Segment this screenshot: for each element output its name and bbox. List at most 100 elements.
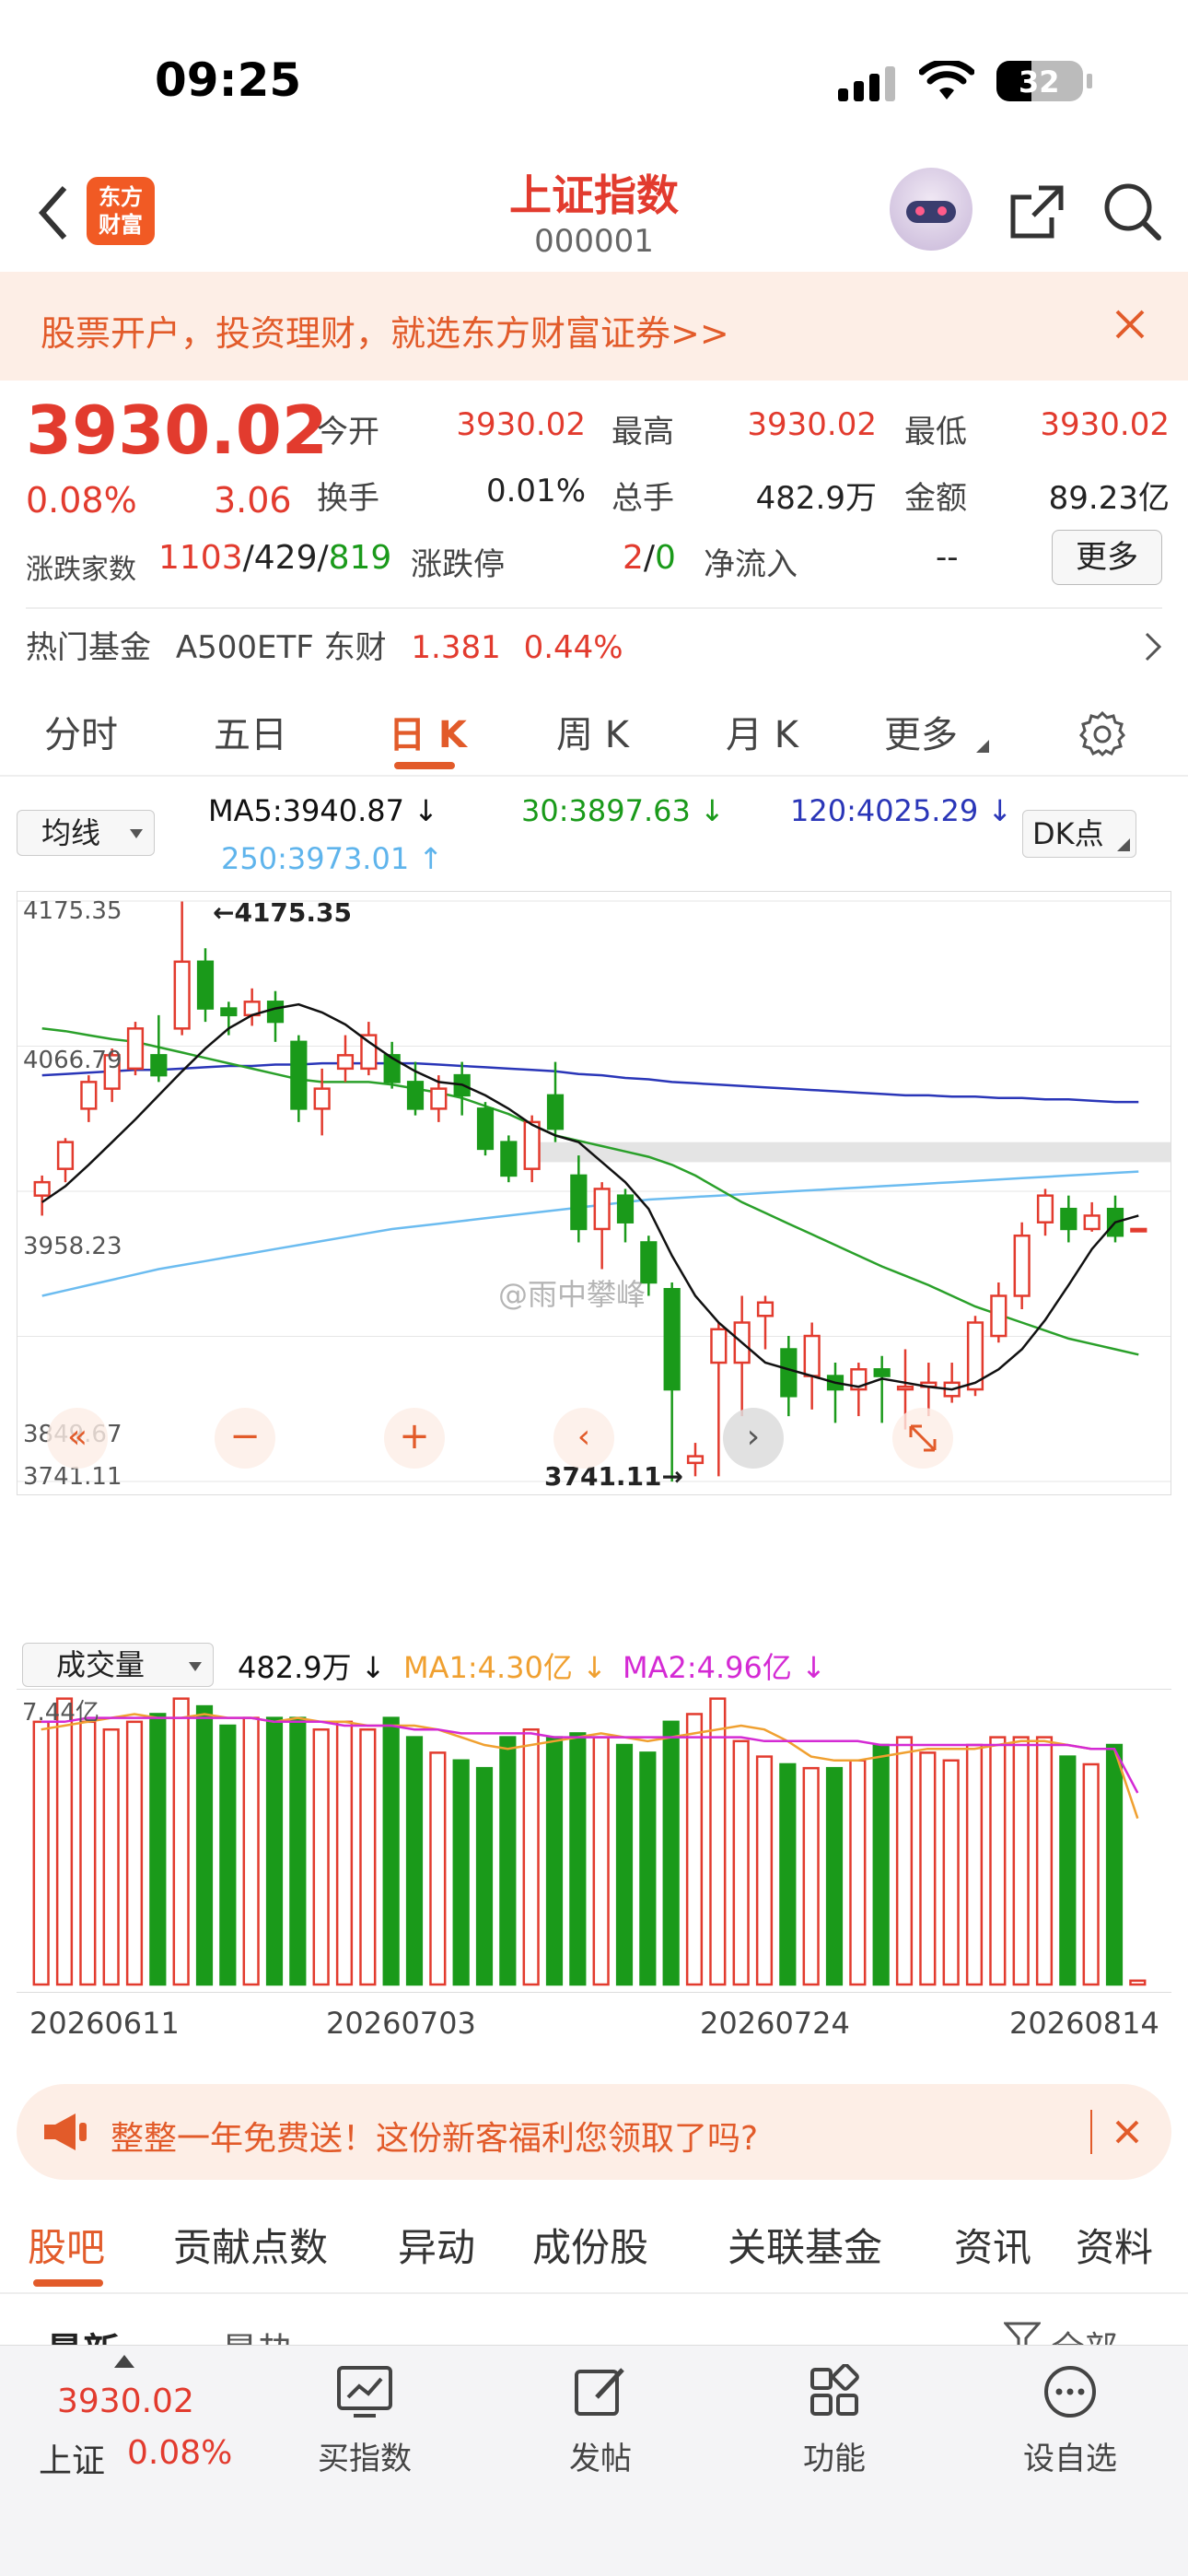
edit-icon [575,2368,624,2416]
breadth-values: 1103/429/819 [158,539,392,577]
x-label-2: 20260724 [700,2006,850,2041]
volume-bar [172,1697,190,1986]
volume-bar [849,1759,867,1986]
tab-weekly-k[interactable]: 周 K [556,705,629,758]
watermark: @雨中攀峰 [498,1277,646,1312]
sub-tab-hot[interactable]: 最热 [221,2322,295,2345]
volume-bar [685,1713,704,1986]
functions-button[interactable]: 功能 [761,2363,908,2478]
volume-bar [1035,1736,1054,1986]
more-button[interactable]: 更多 [1052,530,1162,585]
breadth-label: 涨跌家数 [26,554,136,586]
candle-body [1130,1227,1147,1233]
ad-text[interactable]: 整整一年免费送！这份新客福利您领取了吗? [111,2112,758,2160]
tab-daily-k[interactable]: 日 K [389,705,467,758]
inflow-value: -- [936,539,959,576]
filter-all[interactable]: 全部 [1004,2322,1117,2345]
current-price: 3930.02 [26,392,328,469]
close-icon[interactable] [1114,2119,1140,2145]
candle-body [406,1081,425,1110]
candle-body [430,1087,448,1110]
tab-more[interactable]: 更多 [884,705,958,758]
ma30-label: 30:3897.63 ↓ [521,793,725,828]
post-button[interactable]: 发帖 [527,2364,674,2478]
candle-body [686,1455,705,1465]
candle-body [56,1141,75,1170]
tab-guba[interactable]: 股吧 [28,2217,105,2273]
open-label: 今开 [317,414,379,451]
volume-panel: 7.44亿 [17,1689,1171,1993]
turnover-value: 0.01% [485,473,586,509]
dropdown-arrow-icon [130,829,143,838]
y-label-1: 4066.79 [23,1047,122,1074]
bottom-price: 3930.02 [57,2383,194,2420]
vol-ma2-label: MA2:4.96亿 ↓ [623,1650,826,1685]
filter-icon [1004,2322,1042,2345]
volume-bar [312,1727,330,1986]
dk-point-button[interactable]: DK点 [1022,810,1136,858]
low-label: 最低 [904,414,967,451]
scroll-left-button[interactable]: « [47,1408,108,1469]
zoom-out-button[interactable]: − [215,1408,275,1469]
grid-icon [810,2363,859,2416]
gear-icon[interactable] [1079,710,1125,756]
step-right-button[interactable]: › [723,1408,784,1469]
volume-bar [32,1720,50,1986]
candle-body [196,960,215,1010]
volume-bar [709,1697,727,1986]
volume-select[interactable]: 成交量 [22,1643,214,1687]
step-left-button[interactable]: ‹ [553,1408,614,1469]
volume-bar [265,1716,284,1986]
quote-panel: 3930.02 0.08% 3.06 今开 3930.02 最高 3930.02… [0,381,1188,685]
robot-avatar-icon[interactable] [890,168,973,251]
volume-bar [102,1727,120,1986]
volume-bar [545,1736,564,1986]
more-dots-icon [1044,2366,1096,2418]
dropdown-arrow-icon [189,1662,202,1671]
collapse-arrow-icon[interactable] [114,2355,134,2368]
hot-fund-row[interactable]: 热门基金 A500ETF 东财 1.381 0.44% [26,622,1162,677]
tab-related-funds[interactable]: 关联基金 [728,2217,882,2273]
candle-body [546,1094,565,1130]
tab-news[interactable]: 资讯 [954,2217,1031,2273]
sub-tab-latest[interactable]: 最新 [46,2322,120,2345]
tab-movement[interactable]: 异动 [398,2217,475,2273]
ma120-line [41,1061,1139,1104]
tab-intraday[interactable]: 分时 [44,705,118,758]
promo-text[interactable]: 股票开户，投资理财，就选东方财富证券>> [41,305,729,356]
tab-monthly-k[interactable]: 月 K [726,705,798,758]
share-icon[interactable] [1007,182,1066,241]
ad-banner[interactable]: 整整一年免费送！这份新客福利您领取了吗? [17,2084,1171,2180]
close-icon[interactable] [1114,309,1146,340]
add-watchlist-button[interactable]: 设自选 [996,2364,1144,2478]
price-panel: 4175.35 4066.79 3958.23 3849.67 3741.11 … [17,891,1171,1495]
promo-banner[interactable]: 股票开户，投资理财，就选东方财富证券>> [0,272,1188,381]
candle-body [360,1034,378,1071]
volume-bar [405,1736,424,1986]
tab-contribution[interactable]: 贡献点数 [173,2217,328,2273]
limit-label: 涨跌停 [411,546,505,583]
status-bar: 09:25 32 [0,0,1188,157]
tab-profile[interactable]: 资料 [1076,2217,1153,2273]
volume-bar [615,1743,634,1986]
tab-five-day[interactable]: 五日 [214,705,287,758]
candle-body [570,1174,588,1231]
ma-select[interactable]: 均线 [17,810,155,856]
max-marker: ←4175.35 [213,897,352,928]
fullscreen-button[interactable] [892,1408,953,1469]
volume-bar [1129,1979,1147,1986]
fund-label: 热门基金 [26,629,151,666]
candle-body [150,1054,168,1077]
tab-constituents[interactable]: 成份股 [532,2217,648,2273]
candle-body [33,1180,51,1197]
high-value: 3930.02 [747,406,877,443]
search-icon[interactable] [1101,181,1164,243]
nav-bar: 东方 财富 上证指数 000001 [0,157,1188,272]
x-label-1: 20260703 [326,2006,476,2041]
status-time: 09:25 [155,53,302,107]
candle-body [780,1348,798,1398]
volume-bar [1059,1755,1077,1986]
candle-body [220,1007,238,1017]
buy-index-button[interactable]: 买指数 [291,2364,438,2478]
zoom-in-button[interactable]: + [384,1408,445,1469]
